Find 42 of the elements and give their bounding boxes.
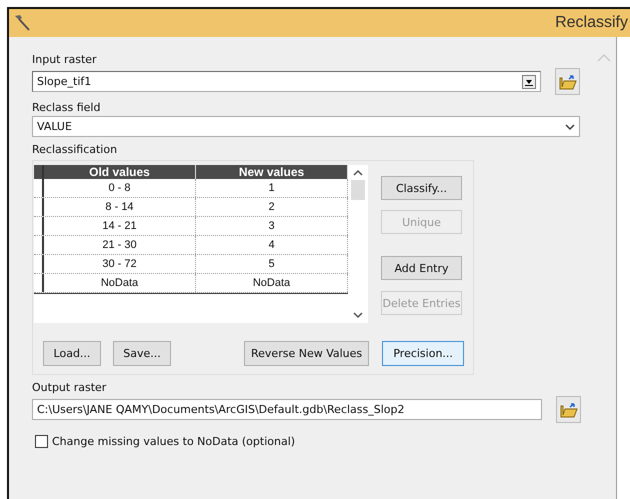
column-header: Old values [44, 165, 196, 179]
reclass-field-combo[interactable]: VALUE [32, 116, 580, 137]
table-cell: 1 [196, 179, 348, 197]
table-cell: 5 [196, 255, 348, 273]
table-cell: 30 - 72 [44, 255, 196, 273]
field-label: Reclass field [32, 101, 102, 114]
checkbox-label: Change missing values to NoData (optional) [52, 435, 296, 448]
section-label: Reclassification [32, 143, 118, 156]
scrollbar[interactable] [592, 37, 616, 499]
table-cell: NoData [196, 274, 348, 292]
table-cell: 8 - 14 [44, 198, 196, 216]
chevron-down-icon [353, 311, 363, 319]
browse-folder-button[interactable] [555, 68, 580, 95]
table-cell: 3 [196, 217, 348, 235]
checkbox[interactable] [35, 435, 48, 448]
scroll-thumb[interactable] [351, 180, 365, 200]
dropdown-icon [522, 74, 536, 88]
hammer-icon [13, 14, 31, 32]
table-cell: 2 [196, 198, 348, 216]
table-cell: 4 [196, 236, 348, 254]
browse-folder-button[interactable] [556, 396, 581, 423]
input-raster-combo[interactable]: Slope_tif1 [32, 71, 541, 92]
folder-icon [560, 402, 578, 418]
table-cell: 21 - 30 [44, 236, 196, 254]
window-title: Reclassify [555, 14, 629, 32]
field-label: Output raster [32, 381, 108, 394]
side-button[interactable]: Classify... [381, 176, 462, 200]
chevron-up-icon [353, 169, 363, 177]
column-header: New values [196, 165, 348, 179]
field-label: Input raster [32, 53, 98, 66]
table-cell: 14 - 21 [44, 217, 196, 235]
output-raster-field[interactable]: C:\Users\JANE QAMY\Documents\ArcGIS\Default.gdb\Reclass_Slop2 [32, 399, 542, 420]
chevron-up-icon [597, 53, 611, 63]
table-cell: 0 - 8 [44, 179, 196, 197]
chevron-down-icon [565, 122, 575, 130]
folder-icon [558, 74, 576, 90]
table-cell: NoData [44, 274, 196, 292]
table-action-button[interactable]: Save... [113, 341, 171, 366]
side-button[interactable]: Add Entry [381, 256, 462, 280]
table-action-button[interactable]: Load... [43, 341, 101, 366]
table-action-button[interactable]: Reverse New Values [244, 341, 370, 366]
table-action-button[interactable]: Precision... [382, 341, 464, 366]
